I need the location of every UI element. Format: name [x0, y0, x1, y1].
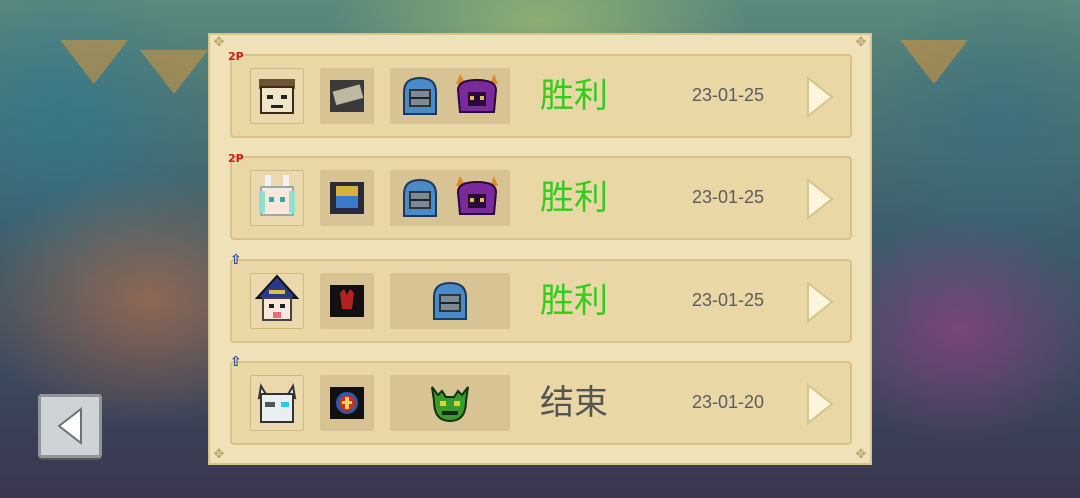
battle-result: 胜利: [540, 281, 608, 321]
chevron-right-icon[interactable]: [806, 178, 834, 220]
cash-weapon-icon: [330, 80, 364, 112]
battle-result: 胜利: [540, 178, 608, 218]
horned-helmet-icon: [456, 74, 498, 113]
hero-slot: [250, 375, 304, 431]
red-demon-weapon-icon: [330, 285, 364, 317]
bald-hero-portrait-icon: [259, 79, 295, 114]
record-row[interactable]: 2P 胜利 23-01-25: [228, 50, 852, 138]
record-row[interactable]: ⇧ 结束 23-01-20: [230, 354, 852, 445]
robot-cat-portrait-icon: [257, 383, 297, 423]
weapon-slot: [320, 273, 374, 329]
battle-records-panel: ✥ ✥ ✥ ✥ 2P 胜利 23-01-25 2P 胜利 23-01-25 ⇧ …: [208, 33, 872, 465]
upgrade-arrow-icon: ⇧: [230, 252, 242, 268]
horned-helmet-icon: [456, 176, 498, 215]
knight-helmet-icon: [403, 76, 437, 115]
battle-result: 结束: [540, 383, 608, 423]
record-date: 23-01-25: [692, 290, 765, 310]
battle-result: 胜利: [540, 76, 608, 116]
corner-ornament-icon: ✥: [855, 35, 867, 50]
back-button[interactable]: [38, 394, 102, 458]
knight-helmet-icon: [403, 178, 437, 217]
boss-slot: [390, 170, 510, 226]
wizard-portrait-icon: [254, 274, 300, 321]
boss-slot: [390, 273, 510, 329]
hero-slot: [250, 68, 304, 124]
hero-slot: [250, 273, 304, 329]
corner-ornament-icon: ✥: [855, 447, 867, 462]
bunny-girl-portrait-icon: [259, 175, 295, 216]
goblin-mask-icon: [431, 386, 469, 423]
hero-slot: [250, 170, 304, 226]
weapon-slot: [320, 375, 374, 431]
upgrade-arrow-icon: ⇧: [230, 354, 242, 370]
knight-helmet-icon: [433, 281, 467, 320]
record-date: 23-01-20: [692, 392, 765, 412]
boss-slot: [390, 68, 510, 124]
chevron-right-icon[interactable]: [806, 76, 834, 118]
background-bunting: [900, 40, 968, 84]
pixel-gadget-weapon-icon: [330, 182, 364, 214]
background-bunting: [60, 40, 128, 84]
corner-ornament-icon: ✥: [213, 35, 225, 50]
boss-slot: [390, 375, 510, 431]
record-date: 23-01-25: [692, 85, 765, 105]
record-row[interactable]: 2P 胜利 23-01-25: [228, 152, 852, 240]
two-player-icon: 2P: [228, 50, 244, 63]
back-arrow-icon: [57, 407, 82, 445]
chevron-right-icon[interactable]: [806, 383, 834, 425]
cross-shield-weapon-icon: [330, 387, 364, 419]
corner-ornament-icon: ✥: [213, 447, 225, 462]
two-player-icon: 2P: [228, 152, 244, 165]
weapon-slot: [320, 68, 374, 124]
weapon-slot: [320, 170, 374, 226]
chevron-right-icon[interactable]: [806, 281, 834, 323]
background-bunting: [140, 50, 208, 94]
record-row[interactable]: ⇧ 胜利 23-01-25: [230, 252, 852, 343]
record-date: 23-01-25: [692, 187, 765, 207]
